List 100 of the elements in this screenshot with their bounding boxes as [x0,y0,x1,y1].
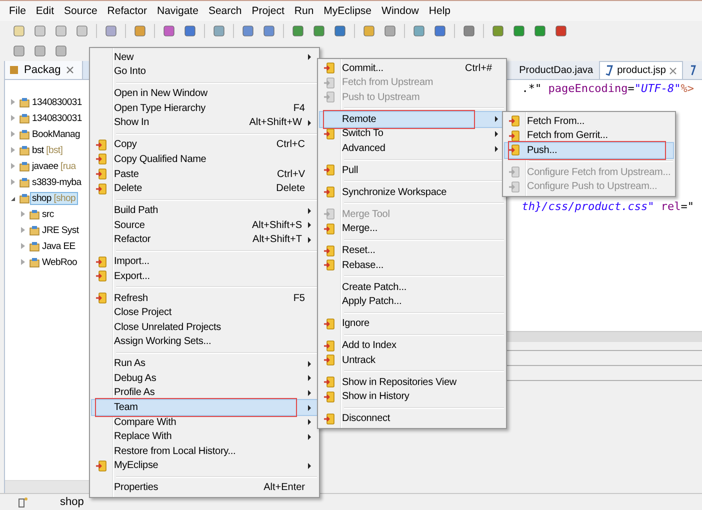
menu-item[interactable]: Refresh F5 [92,290,317,306]
menu-title[interactable]: Refactor [102,3,152,19]
menu-item[interactable]: Ignore [320,316,504,331]
menu-item[interactable]: Run As [92,356,317,372]
toolbar-icon[interactable] [491,24,505,38]
tree-item[interactable]: bst [bst] [31,144,64,156]
tree-item[interactable]: 1340830031 [31,112,83,124]
toolbar-icon[interactable] [75,24,89,38]
menu-item[interactable]: Show In Alt+Shift+W [92,116,317,130]
menu-item[interactable]: Fetch from Gerrit... [505,128,673,144]
tree-item[interactable]: 1340830031 [31,96,83,108]
menu-item[interactable]: Show in History [320,389,504,404]
menu-item[interactable]: Team [92,400,317,415]
toolbar-icon[interactable] [554,24,568,38]
toolbar-icon[interactable] [12,24,26,38]
toolbar-icon[interactable] [433,24,447,38]
menu-item[interactable]: Assign Working Sets... [92,334,317,350]
menu-item[interactable]: Synchronize Workspace [320,185,504,200]
menu-item[interactable]: Properties Alt+Enter [92,480,317,496]
menu-item[interactable]: Create Patch... [320,280,504,294]
toolbar-icon[interactable] [262,24,276,38]
tree-item[interactable]: src [41,208,55,220]
menu-item[interactable]: New [92,50,317,65]
menu-item[interactable]: Pull [320,163,504,178]
menu-item[interactable]: Replace With [92,429,317,444]
editor-tab[interactable]: ProductDao.java [514,61,600,79]
toolbar-icon[interactable] [54,24,68,38]
toolbar-icon[interactable] [333,24,347,38]
menu-title[interactable]: Edit [30,3,60,19]
menu-item[interactable]: MyEclipse [92,458,317,474]
expander-icon[interactable] [11,197,15,201]
toolbar-icon[interactable] [412,24,426,38]
menu-title[interactable]: Navigate [152,3,204,19]
toolbar-icon[interactable] [133,24,147,38]
menu-item[interactable]: Delete Delete [92,181,317,196]
close-icon[interactable] [66,66,74,74]
menu-item[interactable]: Open Type Hierarchy F4 [92,101,317,116]
menu-item[interactable]: Merge... [320,222,504,236]
menu-item[interactable]: Advanced [320,141,504,156]
menu-title[interactable]: MyEclipse [318,3,377,19]
toolbar-icon[interactable] [183,24,197,38]
menu-item[interactable]: Go Into [92,64,317,80]
menu-item[interactable]: Paste Ctrl+V [92,166,317,182]
menu-item[interactable]: Reset... [320,243,504,258]
menu-item[interactable]: Remote [320,112,504,127]
menu-item[interactable]: Profile As [92,386,317,400]
menu-item[interactable]: Commit... Ctrl+# [320,61,504,76]
menu-item[interactable]: Close Unrelated Projects [92,320,317,335]
editor-tab[interactable]: product.jsp [599,61,683,79]
toolbar-icon[interactable] [12,44,26,58]
tree-item[interactable]: Java EE [41,240,76,252]
view-tab[interactable]: Packag [5,61,83,79]
toolbar-icon[interactable] [533,24,547,38]
tree-item[interactable]: s3839-myba [31,176,82,188]
tree-item[interactable]: BookManag [31,128,82,140]
menu-item[interactable]: Add to Index [320,338,504,353]
tree-item[interactable]: shop [shop [31,192,76,204]
menu-item[interactable]: Fetch From... [505,114,673,129]
menu-item[interactable]: Copy Ctrl+C [92,138,317,152]
menu-item[interactable]: Disconnect [320,411,504,426]
close-icon[interactable] [669,66,677,74]
menu-item[interactable]: Compare With [92,414,317,430]
toolbar-icon[interactable] [383,24,397,38]
menu-item[interactable]: Close Project [92,305,317,320]
menu-title[interactable]: Search [203,3,247,19]
menu-title[interactable]: Run [289,3,319,19]
toolbar-icon[interactable] [33,24,47,38]
tree-item[interactable]: WebRoo [41,256,78,268]
toolbar-icon[interactable] [241,24,255,38]
toolbar-icon[interactable] [33,44,47,58]
menu-item[interactable]: Apply Patch... [320,294,504,310]
toolbar-icon[interactable] [512,24,526,38]
menu-item[interactable]: Debug As [92,371,317,386]
toolbar-icon[interactable] [462,24,476,38]
menu-item[interactable]: Push... [505,143,673,158]
menu-item[interactable]: Refactor Alt+Shift+T [92,232,317,248]
toolbar-icon[interactable] [291,24,305,38]
menu-item[interactable]: Restore from Local History... [92,444,317,459]
menu-item[interactable]: Build Path [92,203,317,218]
toolbar-icon[interactable] [162,24,176,38]
toolbar-icon[interactable] [212,24,226,38]
menu-title[interactable]: Window [376,3,424,19]
tree-item[interactable]: JRE Syst [41,224,80,236]
menu-title[interactable]: Source [59,3,102,19]
menu-item[interactable]: Open in New Window [92,86,317,102]
menu-item[interactable]: Export... [92,268,317,284]
toolbar-icon[interactable] [104,24,118,38]
menu-title[interactable]: Project [246,3,290,19]
menu-item[interactable]: Untrack [320,352,504,368]
menu-title[interactable]: Help [424,3,456,19]
menu-item[interactable]: Copy Qualified Name [92,152,317,167]
tree-item[interactable]: javaee [rua [31,160,77,172]
menu-item[interactable]: Rebase... [320,258,504,273]
menu-item[interactable]: Show in Repositories View [320,374,504,390]
menu-item[interactable]: Import... [92,254,317,269]
menu-item[interactable]: Switch To [320,126,504,142]
menu-title[interactable]: File [4,3,31,19]
toolbar-icon[interactable] [54,44,68,58]
menu-item[interactable]: Source Alt+Shift+S [92,218,317,232]
toolbar-icon[interactable] [362,24,376,38]
